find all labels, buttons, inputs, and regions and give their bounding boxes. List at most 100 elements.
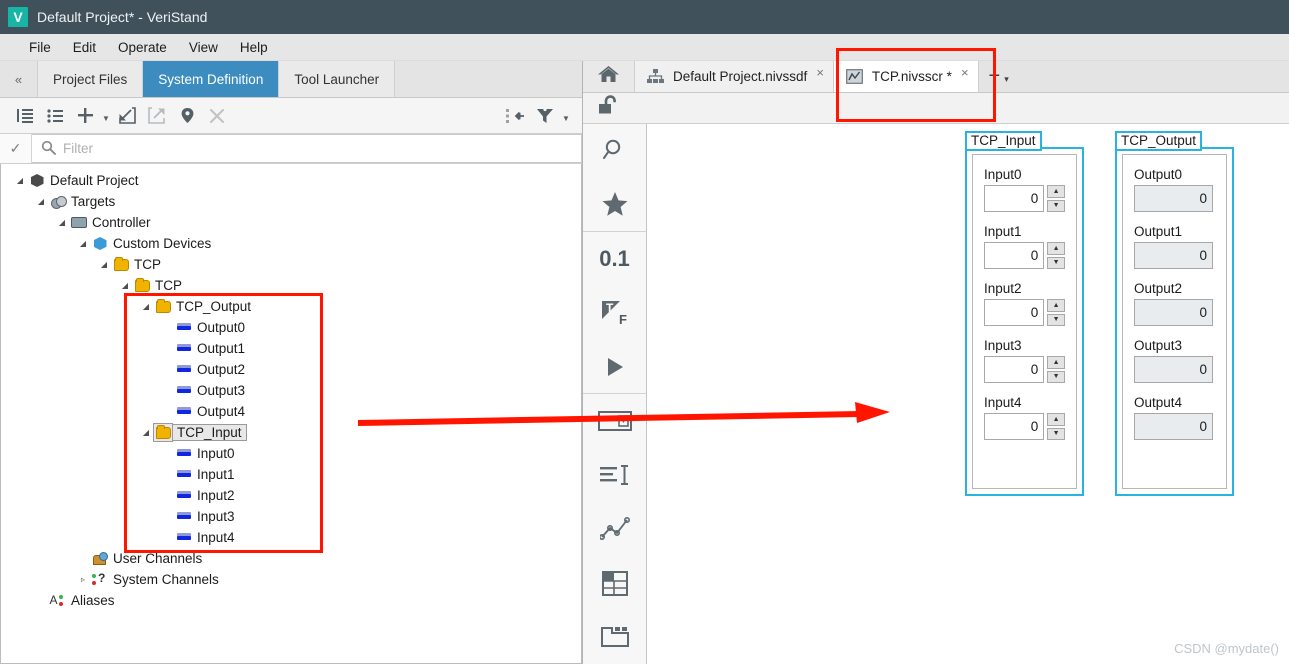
tree-node[interactable]: ◢ TCP xyxy=(1,275,581,296)
tree-node[interactable]: ◢ TCP_Output xyxy=(1,296,581,317)
string-icon[interactable] xyxy=(583,448,647,502)
numeric-input[interactable]: 0 xyxy=(984,185,1045,212)
menu-item-view[interactable]: View xyxy=(178,37,229,58)
tree-node[interactable]: Output2 xyxy=(1,359,581,380)
numeric-control[interactable]: 0 ▲ ▼ xyxy=(984,356,1065,383)
tcp-output-panel[interactable]: TCP_Output Output0 0 Output1 0 Output2 0 Outpu… xyxy=(1115,131,1234,496)
system-definition-tree[interactable]: ◢ Default Project ◢ Targets ◢ Controller ◢ Cust… xyxy=(0,164,582,664)
stepper-down-icon[interactable]: ▼ xyxy=(1047,256,1065,269)
stepper-up-icon[interactable]: ▲ xyxy=(1047,299,1065,312)
tree-node[interactable]: Input4 xyxy=(1,527,581,548)
numeric-input[interactable]: 0 xyxy=(984,242,1045,269)
tree-node[interactable]: ◢ TCP xyxy=(1,254,581,275)
numeric-control[interactable]: 0 ▲ ▼ xyxy=(984,185,1065,212)
tree-node[interactable]: Output4 xyxy=(1,401,581,422)
numeric-control[interactable]: 0 ▲ ▼ xyxy=(984,299,1065,326)
tree-node[interactable]: Input3 xyxy=(1,506,581,527)
tab-project-files[interactable]: Project Files xyxy=(38,61,144,97)
zoom-icon[interactable] xyxy=(583,124,647,178)
pin-icon[interactable] xyxy=(172,102,202,130)
tree-node[interactable]: ◢ Controller xyxy=(1,212,581,233)
expand-toggle-icon[interactable]: ◢ xyxy=(34,197,48,206)
graph-icon[interactable] xyxy=(583,502,647,556)
document-tab-sysdef[interactable]: Default Project.nivssdf × xyxy=(635,61,834,92)
tree-node[interactable]: A Aliases xyxy=(1,590,581,611)
stepper-up-icon[interactable]: ▲ xyxy=(1047,242,1065,255)
tree-node[interactable]: User Channels xyxy=(1,548,581,569)
stepper-up-icon[interactable]: ▲ xyxy=(1047,185,1065,198)
collapse-all-icon[interactable] xyxy=(10,102,40,130)
numeric-control[interactable]: 0 ▲ ▼ xyxy=(984,413,1065,440)
tree-node[interactable]: Output0 xyxy=(1,317,581,338)
quantity-stepper[interactable]: ▲ ▼ xyxy=(1047,299,1065,326)
tree-node[interactable]: Input2 xyxy=(1,485,581,506)
quantity-stepper[interactable]: ▲ ▼ xyxy=(1047,242,1065,269)
filter-icon[interactable] xyxy=(530,102,560,130)
numeric-control[interactable]: 0 ▲ ▼ xyxy=(984,242,1065,269)
home-tab-button[interactable] xyxy=(583,61,635,92)
boolean-icon[interactable]: TF xyxy=(583,286,647,340)
expand-toggle-icon[interactable]: ▹ xyxy=(76,575,90,584)
tab-tool-launcher[interactable]: Tool Launcher xyxy=(279,61,396,97)
import-icon[interactable] xyxy=(112,102,142,130)
input-control-label: Input3 xyxy=(984,338,1022,353)
expand-toggle-icon[interactable]: ◢ xyxy=(13,176,27,185)
list-view-icon[interactable] xyxy=(40,102,70,130)
add-icon[interactable] xyxy=(70,102,100,130)
stepper-down-icon[interactable]: ▼ xyxy=(1047,199,1065,212)
chevron-down-icon[interactable]: ▾ xyxy=(1004,68,1009,85)
expand-toggle-icon[interactable]: ◢ xyxy=(55,218,69,227)
tab-system-definition[interactable]: System Definition xyxy=(143,61,280,97)
close-icon[interactable]: × xyxy=(816,65,824,80)
tree-node[interactable]: ▹? System Channels xyxy=(1,569,581,590)
combobox-icon[interactable] xyxy=(583,394,647,448)
numeric-input[interactable]: 0 xyxy=(984,413,1045,440)
tree-node[interactable]: Input1 xyxy=(1,464,581,485)
run-icon[interactable] xyxy=(582,340,647,394)
table-icon[interactable] xyxy=(583,556,647,610)
synchronize-icon[interactable] xyxy=(500,102,530,130)
quantity-stepper[interactable]: ▲ ▼ xyxy=(1047,185,1065,212)
favorites-icon[interactable] xyxy=(582,178,647,232)
quantity-stepper[interactable]: ▲ ▼ xyxy=(1047,413,1065,440)
search-icon xyxy=(41,140,56,158)
close-icon[interactable]: × xyxy=(961,65,969,80)
stepper-down-icon[interactable]: ▼ xyxy=(1047,427,1065,440)
collapse-pane-button[interactable]: « xyxy=(0,61,38,97)
add-dropdown-caret[interactable]: ▼ xyxy=(100,102,112,130)
screen-canvas[interactable]: TCP_Input Input0 0 ▲ ▼ Input1 0 ▲ ▼ Input2 0 ▲ ▼ Inp… xyxy=(647,124,1289,664)
tree-node[interactable]: Output1 xyxy=(1,338,581,359)
container-icon[interactable] xyxy=(583,610,647,664)
stepper-down-icon[interactable]: ▼ xyxy=(1047,313,1065,326)
expand-toggle-icon[interactable]: ◢ xyxy=(118,281,132,290)
stepper-down-icon[interactable]: ▼ xyxy=(1047,370,1065,383)
menu-item-help[interactable]: Help xyxy=(229,37,279,58)
tcp-input-panel[interactable]: TCP_Input Input0 0 ▲ ▼ Input1 0 ▲ ▼ Input2 0 ▲ ▼ Inp… xyxy=(965,131,1084,496)
tree-node[interactable]: ◢ Targets xyxy=(1,191,581,212)
menu-item-file[interactable]: File xyxy=(18,37,62,58)
stepper-up-icon[interactable]: ▲ xyxy=(1047,413,1065,426)
quantity-stepper[interactable]: ▲ ▼ xyxy=(1047,356,1065,383)
search-input[interactable]: Filter xyxy=(32,134,582,163)
tree-node[interactable]: Output3 xyxy=(1,380,581,401)
tree-node[interactable]: ◢ TCP_Input xyxy=(1,422,581,443)
numeric-icon[interactable]: 0.1 xyxy=(583,232,647,286)
filter-enable-checkbox[interactable]: ✓ xyxy=(0,134,32,163)
tree-node[interactable]: Input0 xyxy=(1,443,581,464)
expand-toggle-icon[interactable]: ◢ xyxy=(97,260,111,269)
tree-node[interactable]: ◢ Custom Devices xyxy=(1,233,581,254)
tree-node[interactable]: ◢ Default Project xyxy=(1,170,581,191)
expand-toggle-icon[interactable]: ◢ xyxy=(76,239,90,248)
stepper-up-icon[interactable]: ▲ xyxy=(1047,356,1065,369)
filter-dropdown-caret[interactable]: ▼ xyxy=(560,102,572,130)
menu-item-edit[interactable]: Edit xyxy=(62,37,107,58)
unlock-icon[interactable] xyxy=(597,95,621,120)
new-tab-button[interactable]: + ▾ xyxy=(978,61,1019,92)
expand-toggle-icon[interactable]: ◢ xyxy=(139,428,153,437)
menu-item-operate[interactable]: Operate xyxy=(107,37,178,58)
numeric-input[interactable]: 0 xyxy=(984,299,1045,326)
document-tab-screen[interactable]: TCP.nivsscr * × xyxy=(833,61,979,92)
numeric-input[interactable]: 0 xyxy=(984,356,1045,383)
expand-toggle-icon[interactable]: ◢ xyxy=(139,302,153,311)
plus-icon[interactable]: + xyxy=(989,65,1001,88)
